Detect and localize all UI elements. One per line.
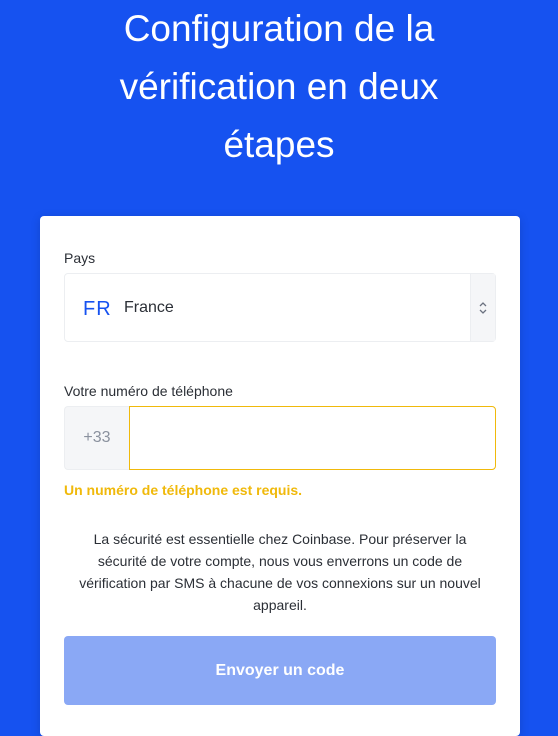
page-title-line-3: étapes [223,124,335,165]
security-notice-line-1: La sécurité est essentielle chez Coinbas… [93,531,467,547]
country-name: France [124,299,174,316]
country-code: FR [83,298,112,320]
page-title-line-1: Configuration de la [123,8,435,49]
two-factor-card: Pays FR France Votre numéro de téléphone… [40,216,520,736]
country-select[interactable]: FR France [64,273,496,342]
phone-input[interactable] [129,406,496,470]
page-title: Configuration de la vérification en deux… [0,0,558,174]
send-code-button[interactable]: Envoyer un code [64,636,496,705]
chevron-up-down-icon[interactable] [470,274,495,341]
phone-label: Votre numéro de téléphone [64,383,233,399]
security-notice-line-3: vérification par SMS à chacune de vos co… [79,575,481,591]
security-notice-line-2: sécurité de votre compte, nous vous enve… [97,553,463,569]
security-notice: La sécurité est essentielle chez Coinbas… [64,528,496,616]
country-label: Pays [64,250,96,266]
page-title-line-2: vérification en deux [119,66,439,107]
phone-error-message: Un numéro de téléphone est requis. [64,482,303,498]
phone-prefix: +33 [64,406,129,470]
security-notice-line-4: appareil. [253,597,307,613]
phone-field-group: +33 [64,406,496,470]
